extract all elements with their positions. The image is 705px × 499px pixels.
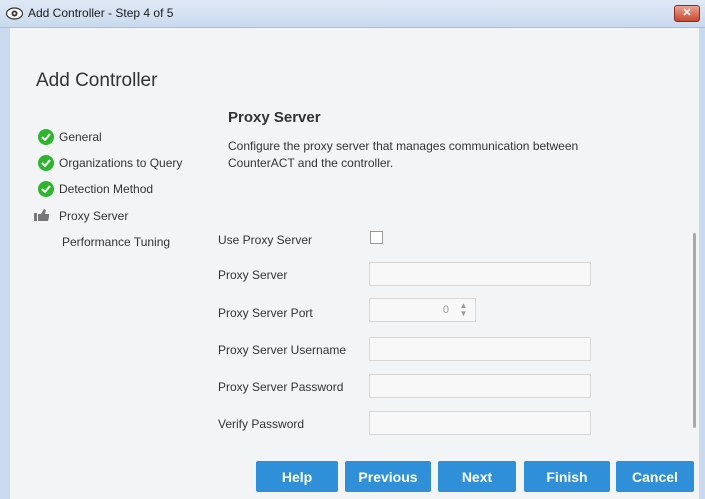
section-title: Proxy Server [228, 109, 321, 126]
vertical-scrollbar[interactable] [693, 233, 696, 428]
use-proxy-checkbox[interactable] [370, 231, 383, 244]
step-label: Organizations to Query [59, 156, 183, 170]
proxy-port-label: Proxy Server Port [218, 306, 313, 320]
proxy-server-label: Proxy Server [218, 268, 288, 282]
close-button[interactable]: ✕ [674, 5, 700, 22]
use-proxy-label: Use Proxy Server [218, 233, 313, 247]
check-circle-icon [38, 181, 54, 197]
window-frame-left [0, 28, 10, 499]
proxy-port-value: 0 [442, 304, 449, 316]
spinner-arrows-icon[interactable]: ▲ ▼ [459, 302, 468, 318]
verify-password-label: Verify Password [218, 417, 305, 431]
proxy-username-field[interactable] [369, 337, 591, 361]
step-detection-method[interactable]: Detection Method [38, 180, 208, 200]
proxy-password-field[interactable] [369, 374, 591, 398]
page-title: Add Controller [36, 70, 158, 91]
window-frame-right [699, 28, 705, 499]
step-label: Performance Tuning [62, 235, 171, 249]
proxy-username-label: Proxy Server Username [218, 343, 347, 357]
step-general[interactable]: General [38, 128, 208, 148]
finish-button[interactable]: Finish [524, 461, 610, 492]
dialog-content: Add Controller General Organizations to … [10, 28, 699, 499]
window-title: Add Controller - Step 4 of 5 [28, 6, 174, 20]
step-label: General [59, 130, 102, 144]
pointing-hand-icon [34, 209, 50, 224]
previous-button[interactable]: Previous [345, 461, 431, 492]
help-button[interactable]: Help [256, 461, 338, 492]
proxy-server-field[interactable] [369, 262, 591, 286]
verify-password-field[interactable] [369, 411, 591, 435]
step-proxy-server[interactable]: Proxy Server [34, 207, 208, 227]
close-icon: ✕ [682, 7, 692, 19]
proxy-port-stepper[interactable]: 0 ▲ ▼ [369, 298, 476, 322]
cancel-button[interactable]: Cancel [616, 461, 694, 492]
window-titlebar: Add Controller - Step 4 of 5 ✕ [0, 0, 705, 28]
step-label: Detection Method [59, 182, 154, 196]
section-description: Configure the proxy server that manages … [228, 139, 579, 170]
step-organizations-to-query[interactable]: Organizations to Query [38, 154, 208, 174]
check-circle-icon [38, 129, 54, 145]
step-label: Proxy Server [59, 209, 129, 223]
next-button[interactable]: Next [438, 461, 516, 492]
step-performance-tuning[interactable]: Performance Tuning [38, 233, 208, 253]
check-circle-icon [38, 155, 54, 171]
eye-icon [5, 7, 24, 20]
proxy-password-label: Proxy Server Password [218, 380, 344, 394]
